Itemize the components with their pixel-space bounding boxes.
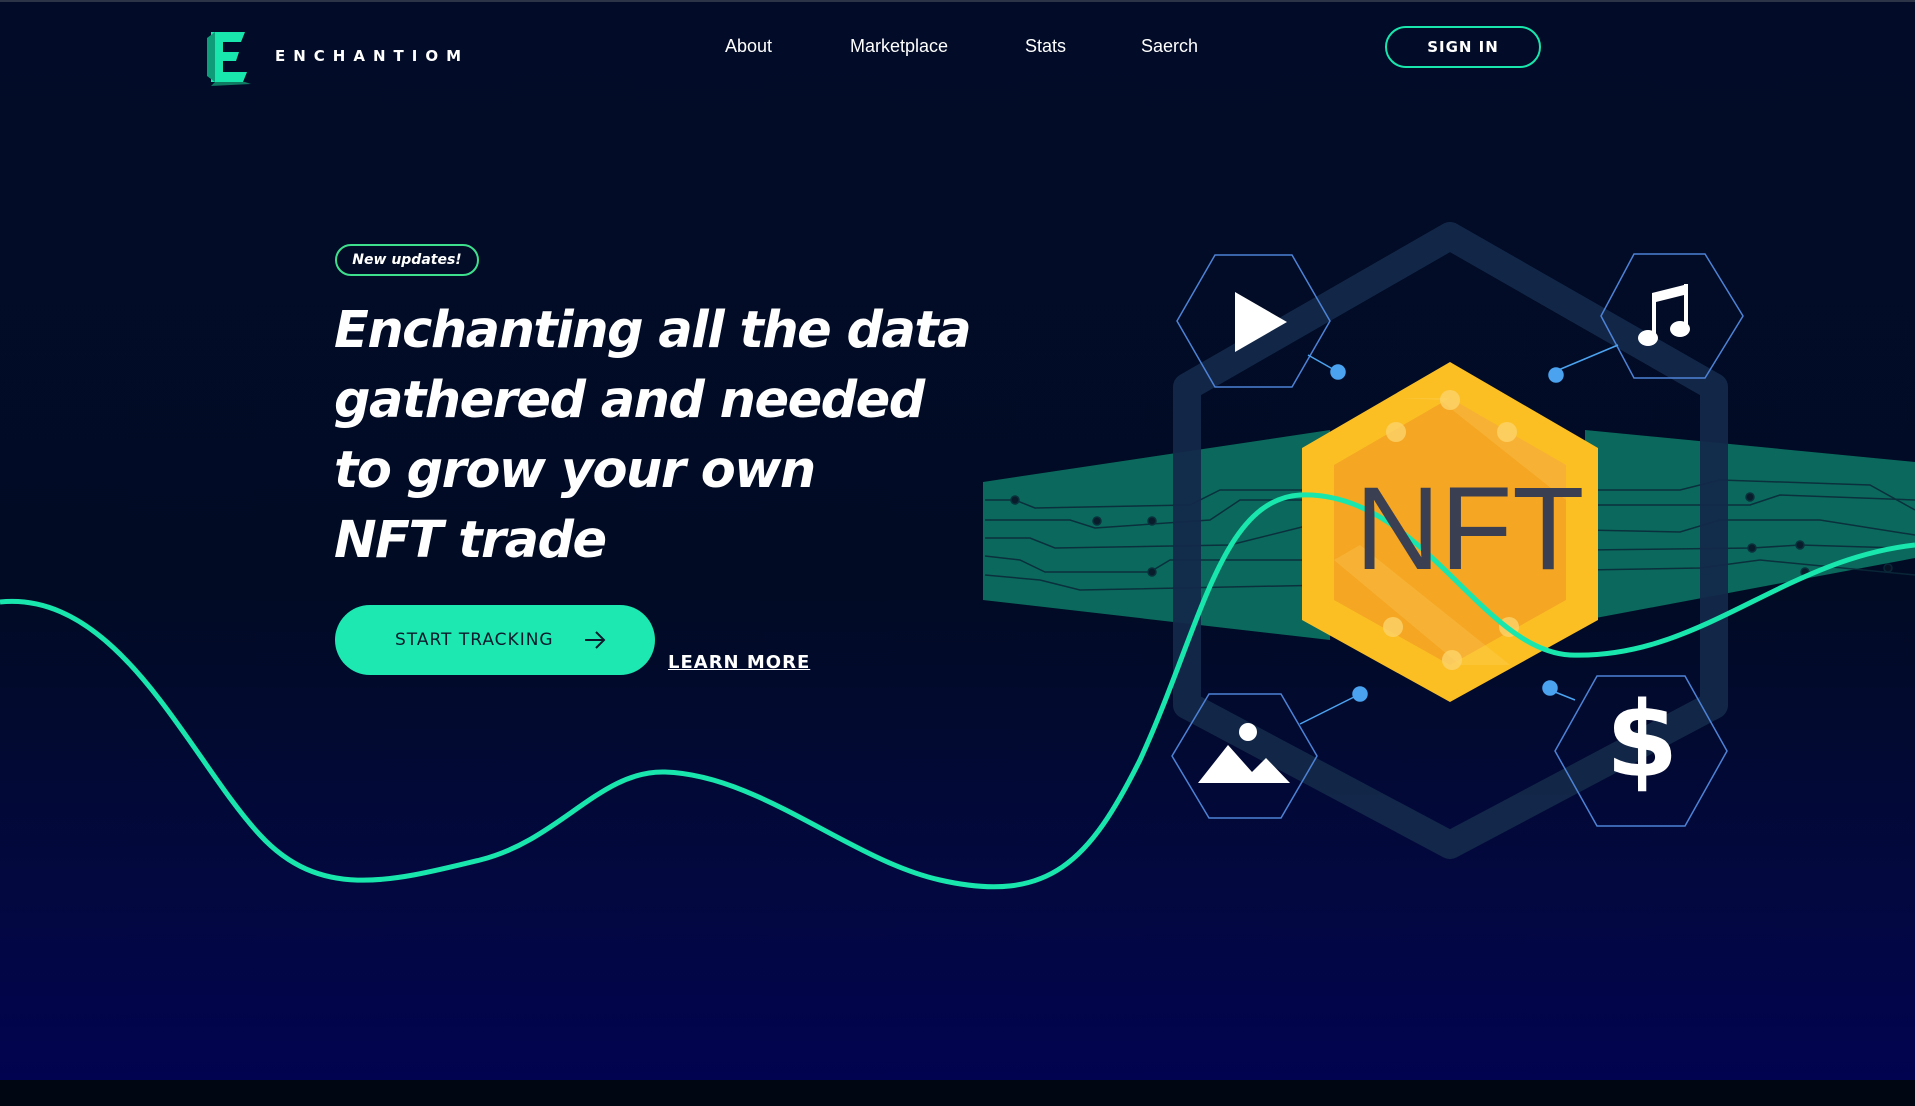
brand-logo[interactable]: ENCHANTIOM — [205, 28, 470, 86]
new-updates-badge[interactable]: New updates! — [335, 244, 479, 276]
headline-line: gathered and needed — [334, 371, 925, 430]
dollar-icon: $ — [1605, 679, 1679, 801]
sign-in-button[interactable]: SIGN IN — [1385, 26, 1541, 68]
nav-search[interactable]: Saerch — [1141, 36, 1198, 57]
hero-headline: Enchanting all the data gathered and nee… — [334, 296, 1054, 576]
bottom-strip — [0, 1080, 1915, 1106]
logo-icon — [205, 28, 251, 86]
nav-about[interactable]: About — [725, 36, 772, 57]
headline-line: to grow your own — [334, 441, 816, 500]
learn-more-link[interactable]: LEARN MORE — [668, 652, 810, 673]
headline-line: Enchanting all the data — [334, 301, 972, 360]
arrow-right-icon — [585, 631, 606, 649]
nav-marketplace[interactable]: Marketplace — [850, 36, 948, 57]
start-tracking-label: START TRACKING — [395, 630, 554, 650]
headline-line: NFT trade — [334, 511, 607, 570]
music-note-icon — [1638, 284, 1690, 346]
data-band-right — [1585, 430, 1915, 620]
start-tracking-button[interactable]: START TRACKING — [335, 605, 655, 675]
hero-page: NFT $ ENCHANTIOM About Marketplace Stats… — [0, 0, 1915, 1080]
nav-stats[interactable]: Stats — [1025, 36, 1066, 57]
brand-name: ENCHANTIOM — [275, 47, 470, 65]
nft-label: NFT — [1355, 463, 1585, 595]
